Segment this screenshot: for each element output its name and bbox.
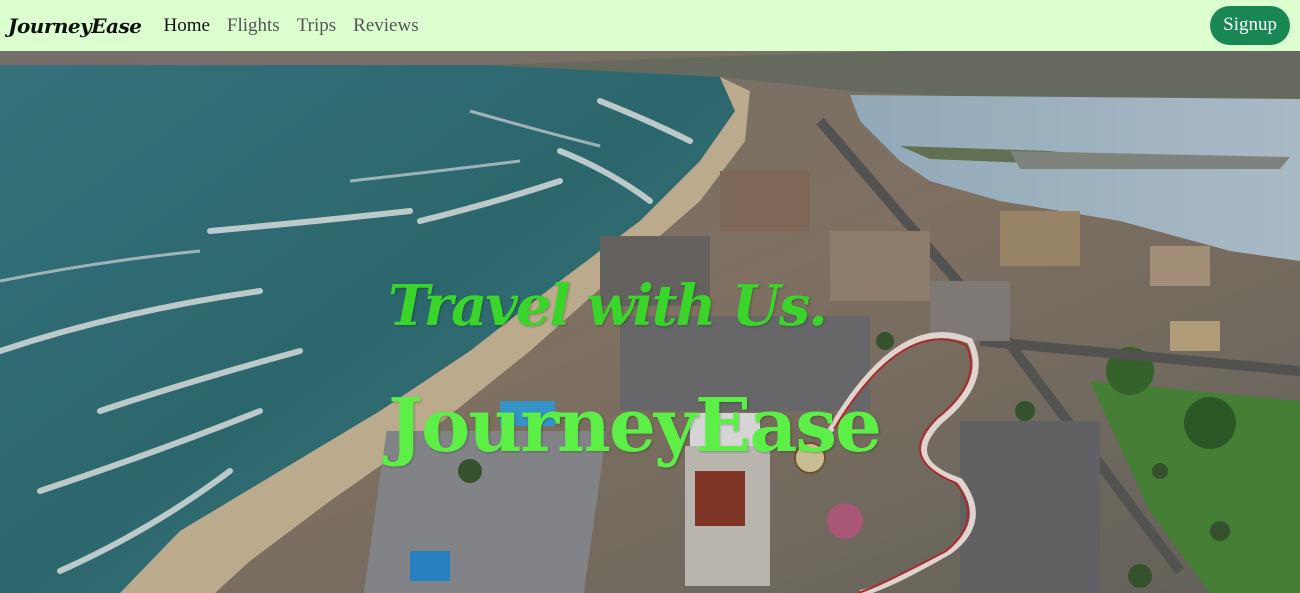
signup-button[interactable]: Signup bbox=[1210, 6, 1290, 45]
brand-logo[interactable]: JourneyEase bbox=[8, 14, 142, 38]
hero-section: Travel with Us. JourneyEase bbox=[0, 51, 1300, 593]
nav-link-home[interactable]: Home bbox=[163, 15, 209, 37]
navbar: JourneyEase Home Flights Trips Reviews S… bbox=[0, 0, 1300, 51]
nav-link-trips[interactable]: Trips bbox=[297, 15, 336, 37]
hero-tagline: Travel with Us. bbox=[388, 273, 828, 339]
nav-link-flights[interactable]: Flights bbox=[227, 15, 280, 37]
hero-title: JourneyEase bbox=[388, 383, 882, 469]
nav-link-reviews[interactable]: Reviews bbox=[353, 15, 418, 37]
